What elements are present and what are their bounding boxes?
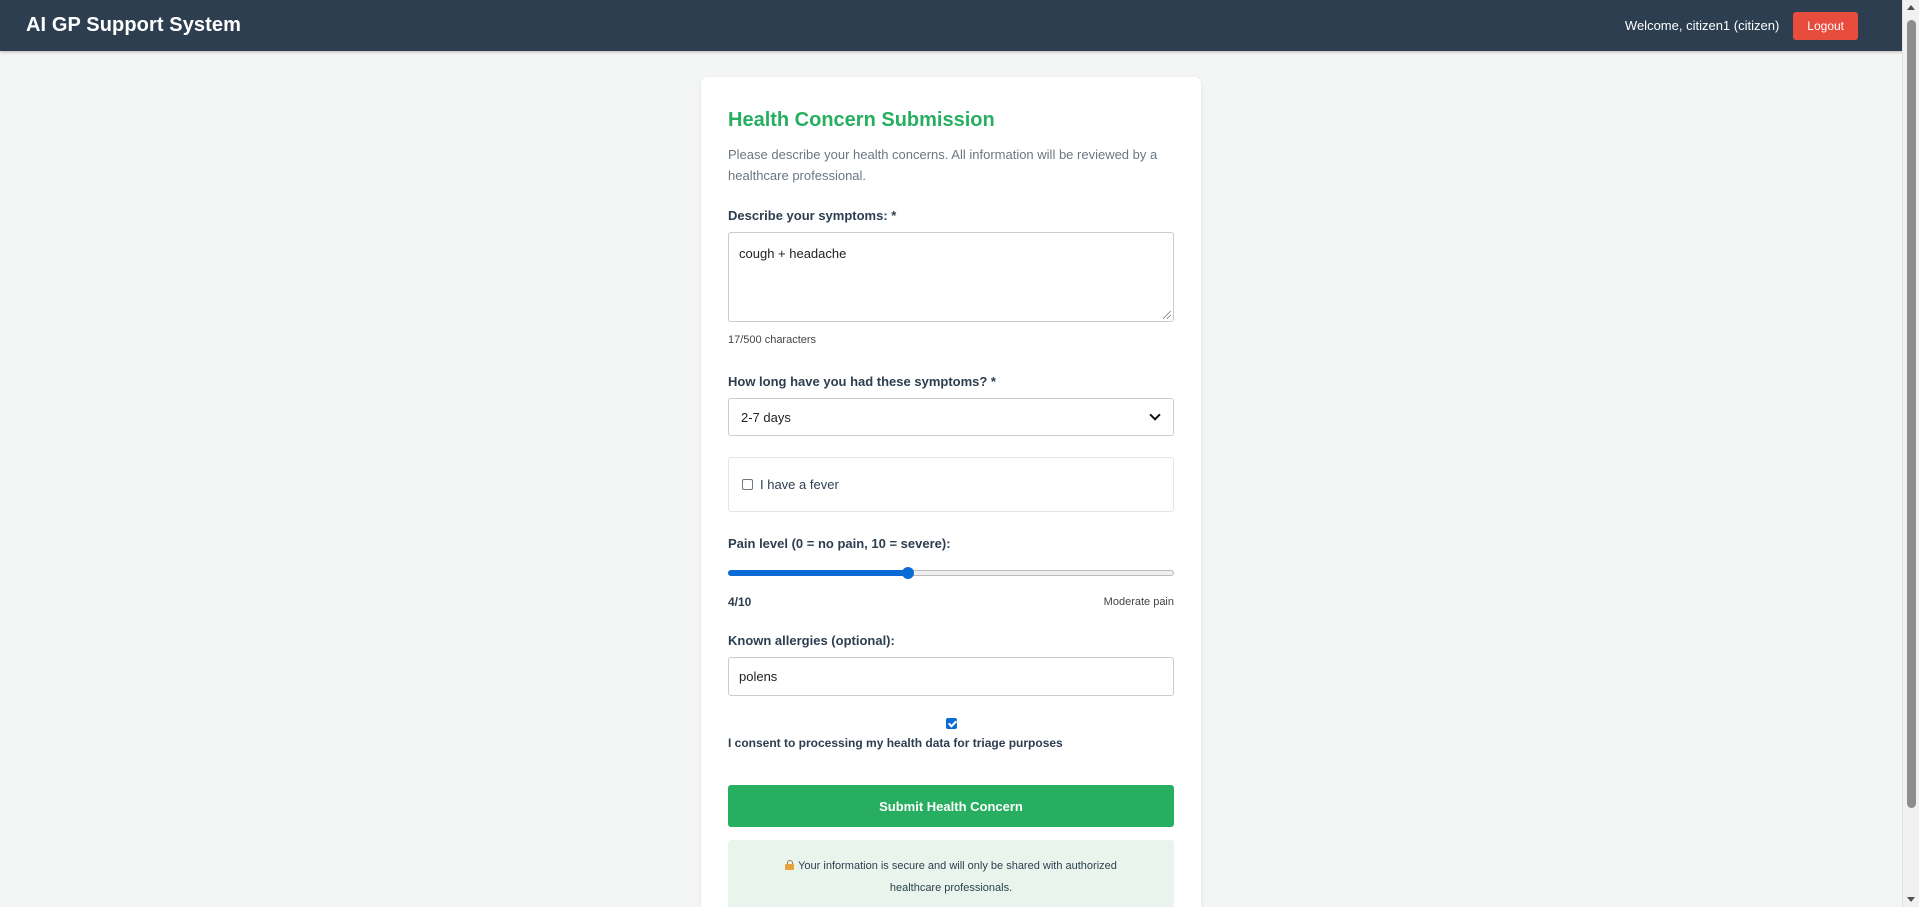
- page-scrollbar[interactable]: [1902, 0, 1919, 907]
- pain-level-value: 4/10: [728, 595, 752, 609]
- consent-checkbox[interactable]: [945, 718, 957, 729]
- form-intro: Please describe your health concerns. Al…: [728, 147, 1158, 183]
- top-navbar: AI GP Support System Welcome, citizen1 (…: [0, 0, 1902, 51]
- app-title: AI GP Support System: [26, 14, 242, 36]
- resize-grip-icon[interactable]: [1163, 311, 1171, 319]
- slider-thumb[interactable]: [902, 567, 914, 579]
- fever-checkbox[interactable]: [742, 479, 753, 490]
- consent-label[interactable]: I consent to processing my health data f…: [728, 736, 1174, 750]
- submit-health-concern-button[interactable]: Submit Health Concern: [728, 785, 1174, 827]
- security-notice: Your information is secure and will only…: [728, 840, 1174, 907]
- fever-checkbox-label[interactable]: I have a fever: [760, 477, 839, 492]
- user-area: Welcome, citizen1 (citizen) Logout: [1624, 11, 1858, 40]
- duration-label: How long have you had these symptoms? *: [728, 374, 996, 389]
- scroll-up-arrow-icon[interactable]: [1907, 5, 1915, 10]
- pain-level-readout: 4/10 Moderate pain: [728, 595, 1174, 609]
- pain-level-label: Pain level (0 = no pain, 10 = severe):: [728, 536, 951, 551]
- slider-fill: [728, 570, 908, 576]
- scroll-down-arrow-icon[interactable]: [1907, 897, 1915, 902]
- symptoms-text: cough + headache: [739, 246, 847, 261]
- symptoms-textarea[interactable]: cough + headache: [728, 232, 1174, 322]
- pain-level-slider[interactable]: [728, 565, 1174, 581]
- allergies-label: Known allergies (optional):: [728, 633, 895, 648]
- character-count: 17/500 characters: [728, 334, 817, 346]
- pain-level-description: Moderate pain: [1103, 596, 1174, 608]
- allergies-input[interactable]: polens: [728, 657, 1174, 696]
- health-concern-form-card: Health Concern Submission Please describ…: [701, 77, 1201, 907]
- logout-button[interactable]: Logout: [1793, 11, 1858, 40]
- symptoms-label: Describe your symptoms: *: [728, 208, 897, 223]
- consent-checkbox-row: [728, 718, 1174, 729]
- welcome-text: Welcome, citizen1 (citizen): [1624, 18, 1780, 33]
- duration-select[interactable]: 2-7 days: [728, 398, 1174, 436]
- scroll-thumb[interactable]: [1907, 20, 1916, 808]
- fever-option: I have a fever: [728, 457, 1174, 512]
- form-title: Health Concern Submission: [728, 109, 995, 131]
- lock-icon: [785, 860, 795, 870]
- chevron-down-icon: [1149, 409, 1161, 421]
- allergies-text: polens: [739, 669, 778, 684]
- duration-selected-value: 2-7 days: [741, 409, 791, 425]
- security-notice-text: Your information is secure and will only…: [798, 860, 1117, 894]
